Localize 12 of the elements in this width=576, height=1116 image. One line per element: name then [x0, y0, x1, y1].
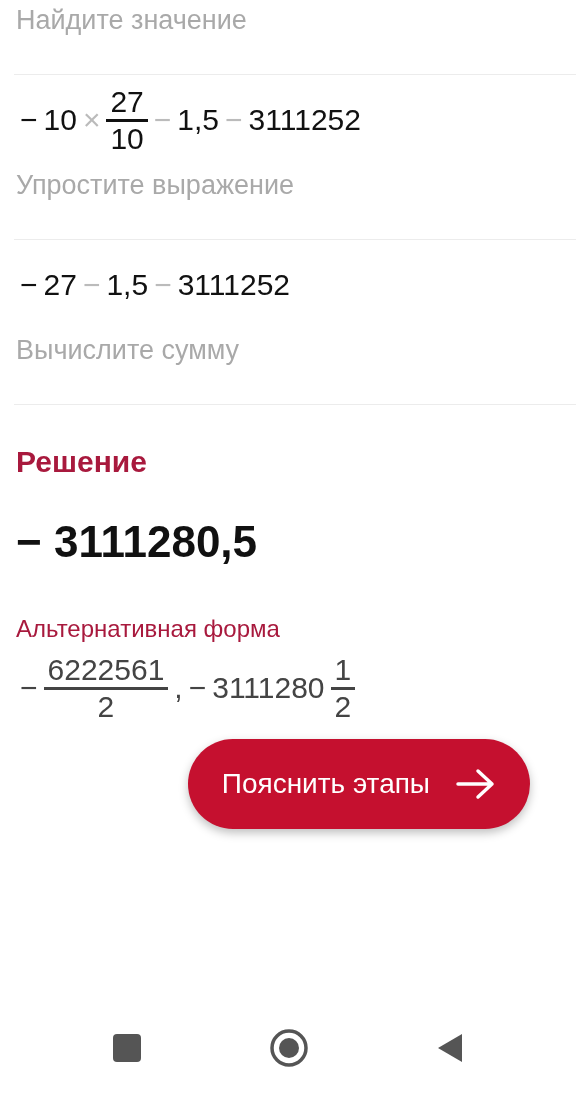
- alternative-form-heading: Альтернативная форма: [16, 615, 281, 643]
- back-icon[interactable]: [436, 1032, 465, 1064]
- arrow-right-icon: [456, 768, 496, 800]
- solution-value: − 3111280,5: [16, 517, 259, 567]
- step-caption: Упростите выражение: [16, 169, 295, 202]
- step-caption: Найдите значение: [16, 4, 248, 37]
- math-expression: − 27 − 1,5 − 3111252: [19, 267, 292, 303]
- explain-steps-button[interactable]: Пояснить этапы: [187, 739, 530, 829]
- solution-heading: Решение: [16, 445, 148, 479]
- recents-icon[interactable]: [111, 1033, 142, 1063]
- step-caption: Вычислите сумму: [16, 334, 241, 367]
- home-icon[interactable]: [269, 1028, 309, 1068]
